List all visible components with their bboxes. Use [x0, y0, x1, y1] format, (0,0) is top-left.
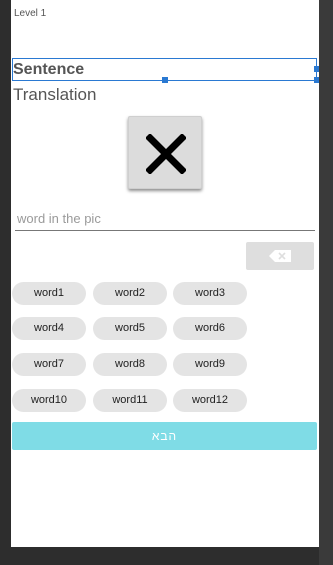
backspace-button[interactable]	[246, 242, 314, 270]
word-chip[interactable]: word11	[93, 389, 167, 412]
sentence-text: Sentence	[13, 61, 85, 78]
word-chip[interactable]: word4	[12, 317, 86, 340]
word-chip[interactable]: word10	[12, 389, 86, 412]
translation-text: Translation	[13, 85, 97, 104]
word-chip[interactable]: word12	[173, 389, 247, 412]
picture-button[interactable]	[128, 116, 202, 189]
word-chip[interactable]: word9	[173, 353, 247, 376]
word-chip[interactable]: word8	[93, 353, 167, 376]
word-chip[interactable]: word1	[12, 282, 86, 305]
backspace-icon	[269, 250, 291, 262]
next-button[interactable]: הבא	[12, 422, 317, 450]
close-icon	[146, 134, 186, 174]
word-chip[interactable]: word2	[93, 282, 167, 305]
word-chip[interactable]: word7	[12, 353, 86, 376]
selection-handle[interactable]	[162, 77, 168, 83]
level-label: Level 1	[14, 8, 47, 19]
phone-screen: Level 1 Sentence Translation word1 word2…	[11, 0, 319, 547]
word-chip[interactable]: word6	[173, 317, 247, 340]
answer-input[interactable]	[15, 207, 315, 231]
word-chip[interactable]: word3	[173, 282, 247, 305]
word-chip[interactable]: word5	[93, 317, 167, 340]
window-edge	[319, 0, 333, 565]
